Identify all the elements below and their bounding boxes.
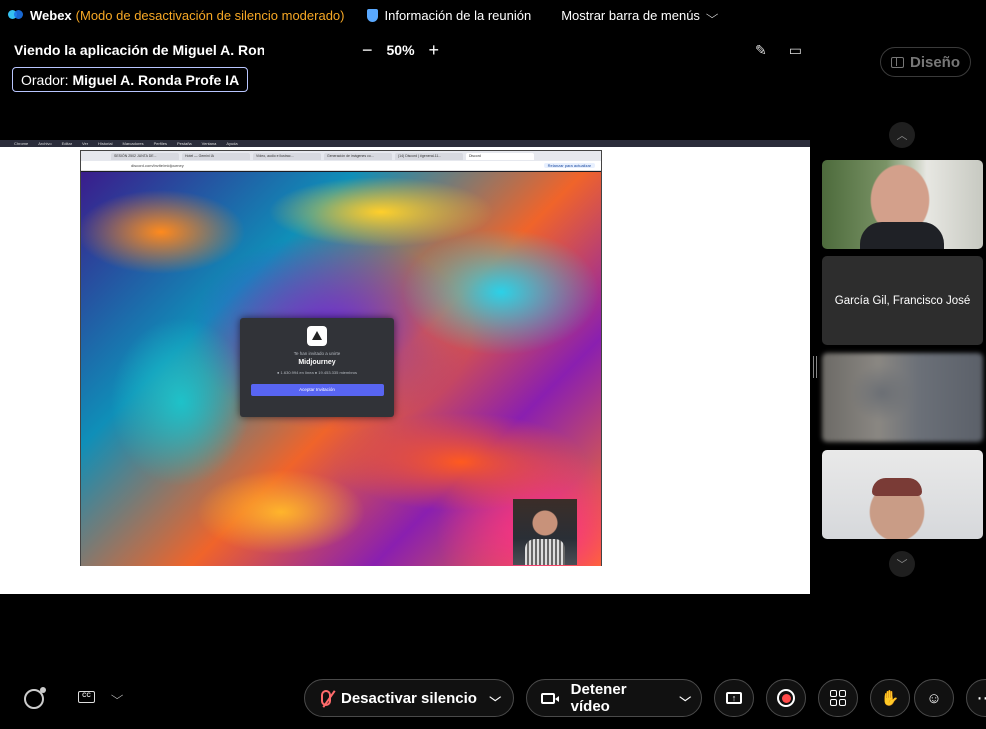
mac-menu-item: Perfiles [153,141,167,146]
record-icon [777,689,795,707]
more-icon: ⋯ [977,688,986,709]
chevron-down-icon: ⌵ [705,8,719,21]
midjourney-logo-icon [307,326,327,346]
mac-menu-item: Marcadores [122,141,144,146]
apps-button[interactable] [818,679,858,717]
shared-browser-window: SESIÓN 2502 JUNTA DE... Hotel — Gemini I… [80,150,602,566]
share-tools: ✎ ▭ [755,42,802,59]
muted-mic-icon [321,690,331,706]
record-button[interactable] [766,679,806,717]
shared-browser-tab: SESIÓN 2502 JUNTA DE... [111,152,179,160]
shared-update-button: Relanzar para actualizar [543,163,595,168]
shared-browser-tab: Vídeo, audio e ilustrac... [253,152,321,160]
more-options-button[interactable]: ⋯ [966,679,986,717]
mac-menu-item: Archivo [38,141,52,146]
show-menu-bar-label: Mostrar barra de menús [561,7,700,23]
chevron-up-icon: ︿ [896,130,908,142]
webex-logo-icon [8,8,24,22]
show-menu-bar-button[interactable]: Mostrar barra de menús ⌵ [561,7,719,23]
mac-menu-item: Historial [98,141,113,146]
zoom-controls: − 50% + [362,40,439,61]
layout-label: Diseño [909,53,960,71]
meeting-toolbar: CC ⌵ Desactivar silencio ⌵ Detener vídeo… [0,668,986,729]
closed-captions-icon: CC [78,690,95,703]
unmute-label: Desactivar silencio [341,689,477,707]
share-screen-icon: ↑ [726,692,742,704]
mac-menu-item: Chrome [14,141,29,146]
unmute-button[interactable]: Desactivar silencio ⌵ [304,679,514,717]
shared-screen[interactable]: Chrome Archivo Editar Ver Historial Marc… [0,140,810,594]
chevron-down-icon[interactable]: ⌵ [489,692,501,705]
layout-button[interactable]: Diseño [880,47,971,77]
discord-invite-card: Te han invitado a unirte Midjourney ● 1.… [240,318,394,417]
shared-browser-tab: Hotel — Gemini IA [182,152,250,160]
scroll-up-button[interactable]: ︿ [889,122,915,148]
meeting-info-button[interactable]: Información de la reunión [366,7,532,23]
status-icon[interactable] [24,687,46,709]
share-header: Viendo la aplicación de Miguel A. Ron...… [0,34,810,66]
mac-menu-item: Ayuda [226,141,238,146]
mac-menu-item: Pestaña [176,141,192,146]
meeting-info-label: Información de la reunión [384,7,532,23]
participant-name: García Gil, Francisco José [834,294,971,307]
share-title: Viendo la aplicación de Miguel A. Ron... [14,42,264,58]
apps-grid-icon [830,690,846,706]
speaker-badge: Orador: Miguel A. Ronda Profe IA [12,67,249,92]
participant-video-tile[interactable] [822,450,983,539]
layout-icon [890,56,904,68]
presenter-camera-overlay [513,499,577,565]
shared-browser-tab: (14) Discord | #general-11... [395,152,463,160]
zoom-in-button[interactable]: + [429,40,440,61]
shared-background-art: Te han invitado a unirte Midjourney ● 1.… [81,172,601,566]
shared-browser-url: discord.com/invite/midjourney Relanzar p… [81,161,601,171]
participant-video-tile[interactable] [822,353,983,442]
scroll-down-button[interactable]: ﹀ [889,551,915,577]
mac-menu-item: Ver [82,141,89,146]
moderated-mode-label: (Modo de desactivación de silencio moder… [75,7,345,23]
chevron-down-icon[interactable]: ⌵ [679,692,691,705]
shared-browser-tab: Discord [466,152,534,160]
participant-video-tile[interactable] [822,160,983,249]
shared-mac-menubar: Chrome Archivo Editar Ver Historial Marc… [0,140,810,147]
stop-video-button[interactable]: Detener vídeo ⌵ [526,679,702,717]
speaker-label: Orador: [21,71,69,88]
captions-button[interactable]: CC ⌵ [78,690,124,703]
mac-menu-item: Ventana [201,141,217,146]
reactions-button[interactable]: ☺ [914,679,954,717]
chevron-down-icon: ⌵ [110,690,124,702]
shield-icon [366,8,378,22]
speaker-name: Miguel A. Ronda Profe IA [72,71,240,88]
mac-menu-item: Editar [61,141,73,146]
pop-out-icon[interactable]: ▭ [789,42,802,59]
share-button[interactable]: ↑ [714,679,754,717]
participant-video-tile[interactable]: García Gil, Francisco José [822,256,983,345]
shared-browser-tab: Generación de imágenes co... [324,152,392,160]
invite-server-name: Midjourney [298,359,336,366]
camera-icon [541,692,559,704]
shared-browser-tabs: SESIÓN 2502 JUNTA DE... Hotel — Gemini I… [81,151,601,161]
title-bar: Webex (Modo de desactivación de silencio… [0,0,986,30]
invite-subtitle: Te han invitado a unirte [293,351,341,356]
annotate-icon[interactable]: ✎ [755,42,767,59]
hand-icon: ✋ [880,690,900,707]
zoom-out-button[interactable]: − [362,40,373,61]
raise-hand-button[interactable]: ✋ [870,679,910,717]
invite-stats: ● 1.630.994 en línea ● 19.453.335 miembr… [277,370,357,375]
shared-url-text: discord.com/invite/midjourney [131,163,184,168]
panel-resize-handle[interactable] [813,356,817,378]
emoji-icon: ☺ [926,689,942,707]
chevron-down-icon: ﹀ [896,559,908,571]
stop-video-label: Detener vídeo [570,681,627,715]
app-brand: Webex (Modo de desactivación de silencio… [8,8,345,23]
app-name: Webex [30,7,72,23]
accept-invite-button: Aceptar Invitación [250,384,384,396]
zoom-level[interactable]: 50% [387,42,415,58]
